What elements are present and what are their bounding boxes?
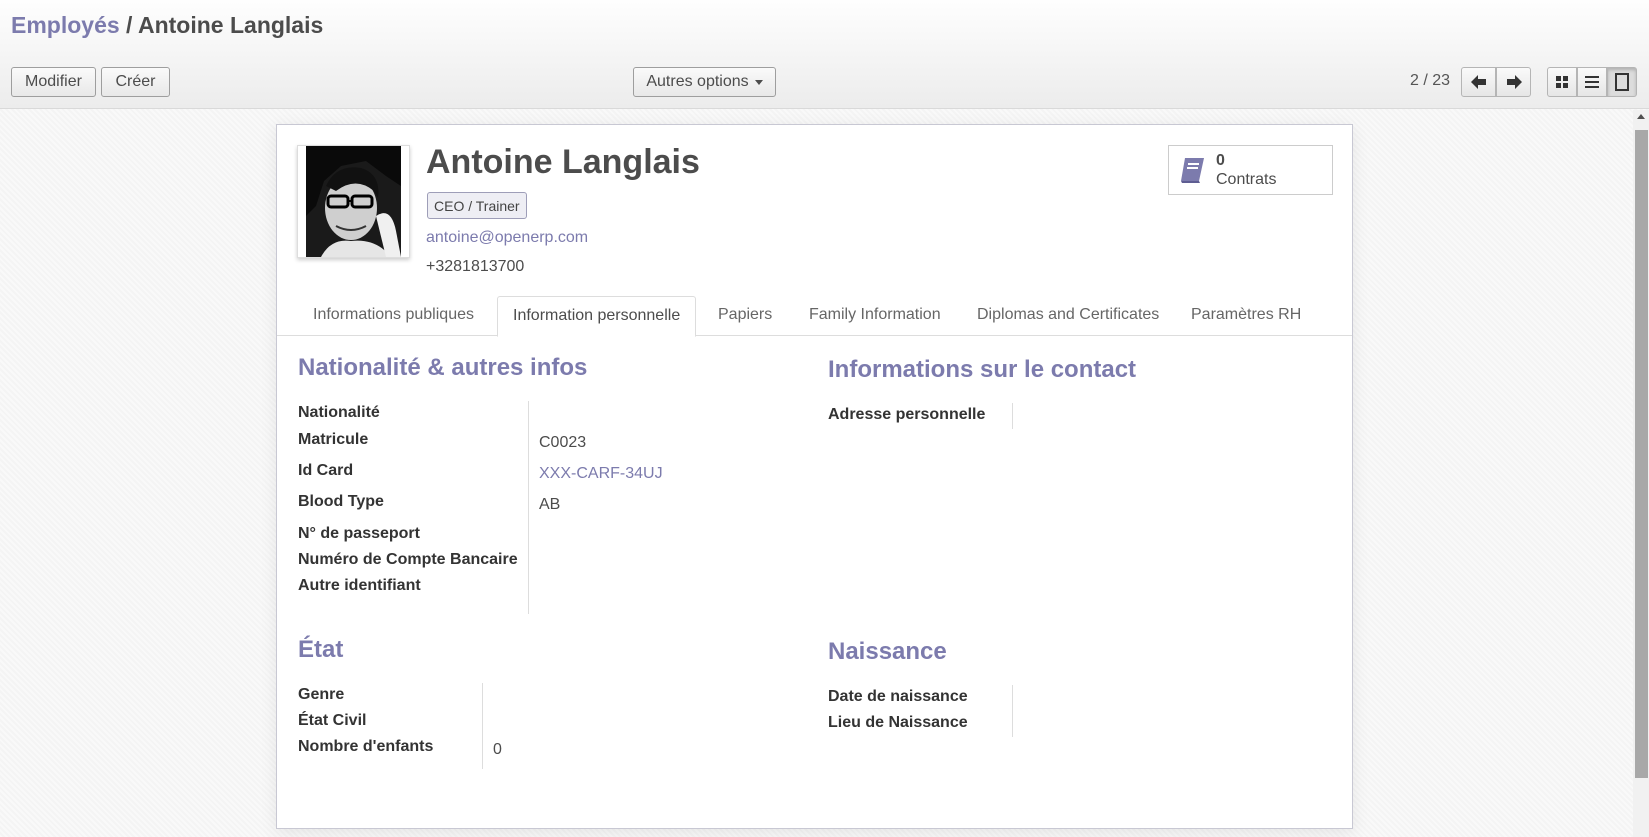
- employee-photo[interactable]: [297, 145, 410, 258]
- list-icon: [1585, 76, 1599, 88]
- field-label-home-address: Adresse personnelle: [828, 406, 986, 423]
- field-label-marital-status: État Civil: [298, 712, 367, 729]
- notebook-tabs: Informations publiques Information perso…: [277, 296, 1352, 337]
- job-tag[interactable]: CEO / Trainer: [427, 192, 527, 219]
- tab-public-information[interactable]: Informations publiques: [313, 296, 474, 336]
- form-sheet: Antoine Langlais CEO / Trainer antoine@o…: [276, 124, 1353, 829]
- field-label-nationality: Nationalité: [298, 404, 380, 421]
- employee-name: Antoine Langlais: [426, 143, 700, 181]
- caret-down-icon: [754, 79, 763, 85]
- employee-photo-image: [306, 146, 401, 257]
- status-section-title: État: [298, 636, 344, 663]
- more-options-label: Autres options: [646, 73, 749, 90]
- pager-value[interactable]: 2 / 23: [1410, 72, 1450, 90]
- form-icon: [1615, 73, 1629, 91]
- pager-next-button[interactable]: [1496, 67, 1531, 97]
- field-label-passport: N° de passeport: [298, 525, 420, 542]
- breadcrumb-employees-link[interactable]: Employés: [11, 12, 120, 38]
- control-panel: Employés / Antoine Langlais Modifier Cré…: [0, 0, 1649, 109]
- field-label-children: Nombre d'enfants: [298, 738, 434, 755]
- employee-phone: +3281813700: [426, 258, 525, 275]
- contracts-count: 0: [1216, 152, 1225, 169]
- field-label-other-id: Autre identifiant: [298, 577, 421, 594]
- breadcrumb-current: Antoine Langlais: [137, 12, 324, 38]
- pager-previous-button[interactable]: [1461, 67, 1496, 97]
- kanban-view-button[interactable]: [1547, 67, 1577, 97]
- field-divider: [528, 401, 529, 614]
- nationality-section-title: Nationalité & autres infos: [298, 354, 588, 381]
- book-icon: [1181, 158, 1204, 183]
- breadcrumb: Employés / Antoine Langlais: [11, 12, 323, 39]
- field-value-blood-type[interactable]: AB: [539, 496, 560, 514]
- field-label-bank-account: Numéro de Compte Bancaire: [298, 551, 518, 568]
- field-value-children[interactable]: 0: [493, 741, 502, 759]
- employee-email-link[interactable]: antoine@openerp.com: [426, 229, 588, 247]
- create-button[interactable]: Créer: [101, 67, 170, 97]
- edit-button[interactable]: Modifier: [11, 67, 96, 97]
- arrow-right-icon: [1506, 75, 1522, 89]
- kanban-icon: [1556, 76, 1568, 88]
- contact-section-title: Informations sur le contact: [828, 356, 1137, 383]
- contracts-label: Contrats: [1216, 171, 1277, 188]
- field-label-matricule: Matricule: [298, 431, 369, 448]
- scroll-up-arrow-icon[interactable]: [1637, 114, 1645, 119]
- tab-diplomas-certificates[interactable]: Diplomas and Certificates: [977, 296, 1159, 336]
- field-value-id-card[interactable]: XXX-CARF-34UJ: [539, 465, 663, 483]
- arrow-left-icon: [1470, 75, 1486, 89]
- scrollbar-thumb[interactable]: [1635, 130, 1648, 778]
- contracts-button[interactable]: 0 Contrats: [1168, 145, 1333, 195]
- vertical-scrollbar[interactable]: [1633, 110, 1649, 837]
- field-label-id-card: Id Card: [298, 462, 354, 479]
- field-label-birth-date: Date de naissance: [828, 688, 968, 705]
- tab-personal-information[interactable]: Information personnelle: [497, 296, 697, 337]
- breadcrumb-separator: /: [119, 12, 138, 38]
- field-label-gender: Genre: [298, 686, 345, 703]
- tab-family-information[interactable]: Family Information: [809, 296, 941, 336]
- field-divider: [1012, 403, 1013, 429]
- field-value-matricule[interactable]: C0023: [539, 434, 586, 452]
- more-options-dropdown[interactable]: Autres options: [633, 67, 776, 97]
- tab-hr-settings[interactable]: Paramètres RH: [1191, 296, 1301, 336]
- birth-section-title: Naissance: [828, 638, 947, 665]
- list-view-button[interactable]: [1577, 67, 1607, 97]
- field-label-birth-place: Lieu de Naissance: [828, 714, 968, 731]
- field-label-blood-type: Blood Type: [298, 493, 384, 510]
- field-divider: [482, 683, 483, 769]
- form-view-button[interactable]: [1607, 67, 1637, 97]
- tab-papers[interactable]: Papiers: [718, 296, 772, 336]
- field-divider: [1012, 685, 1013, 737]
